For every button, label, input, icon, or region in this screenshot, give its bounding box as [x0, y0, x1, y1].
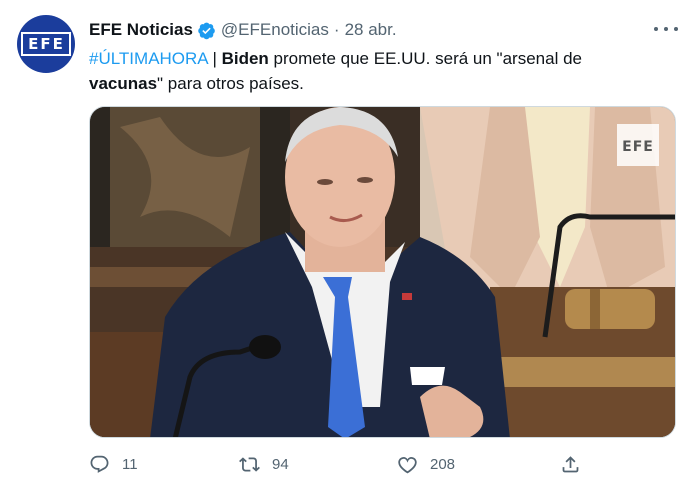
more-icon[interactable]	[654, 20, 678, 38]
tweet-card[interactable]: EFE EFE Noticias @EFEnoticias · 28 abr. …	[0, 0, 700, 490]
text-part-2: " para otros países.	[157, 74, 304, 93]
share-button[interactable]	[560, 452, 581, 476]
reply-icon	[90, 455, 109, 473]
hashtag-link[interactable]: #ÚLTIMAHORA	[89, 49, 208, 68]
tweet-actions: 11 94 208	[89, 452, 589, 476]
like-button[interactable]: 208	[397, 452, 455, 476]
tweet-photo[interactable]: EFE	[89, 106, 676, 438]
text-pipe: |	[207, 49, 222, 68]
verified-badge-icon	[198, 22, 215, 39]
handle[interactable]: @EFEnoticias	[221, 20, 329, 40]
reply-count: 11	[122, 455, 138, 473]
text-part-1: promete que EE.UU. será un "arsenal de	[268, 49, 582, 68]
tweet-header: EFE Noticias @EFEnoticias · 28 abr.	[89, 18, 397, 42]
text-bold-biden: Biden	[221, 49, 269, 68]
retweet-icon	[239, 456, 260, 472]
separator: ·	[333, 20, 340, 39]
like-count: 208	[430, 455, 456, 473]
efe-logo: EFE	[21, 32, 71, 56]
photo-watermark: EFE	[622, 139, 654, 155]
avatar[interactable]: EFE	[17, 15, 75, 73]
tweet-date[interactable]: 28 abr.	[345, 20, 397, 40]
heart-icon	[398, 456, 417, 473]
retweet-button[interactable]: 94	[239, 452, 289, 476]
tweet-text: #ÚLTIMAHORA | Biden promete que EE.UU. s…	[89, 46, 649, 96]
reply-button[interactable]: 11	[89, 452, 138, 476]
photo-illustration: EFE	[90, 107, 675, 437]
retweet-count: 94	[272, 455, 289, 473]
display-name[interactable]: EFE Noticias	[89, 20, 193, 40]
share-icon	[562, 455, 579, 472]
text-bold-vacunas: vacunas	[89, 74, 158, 93]
